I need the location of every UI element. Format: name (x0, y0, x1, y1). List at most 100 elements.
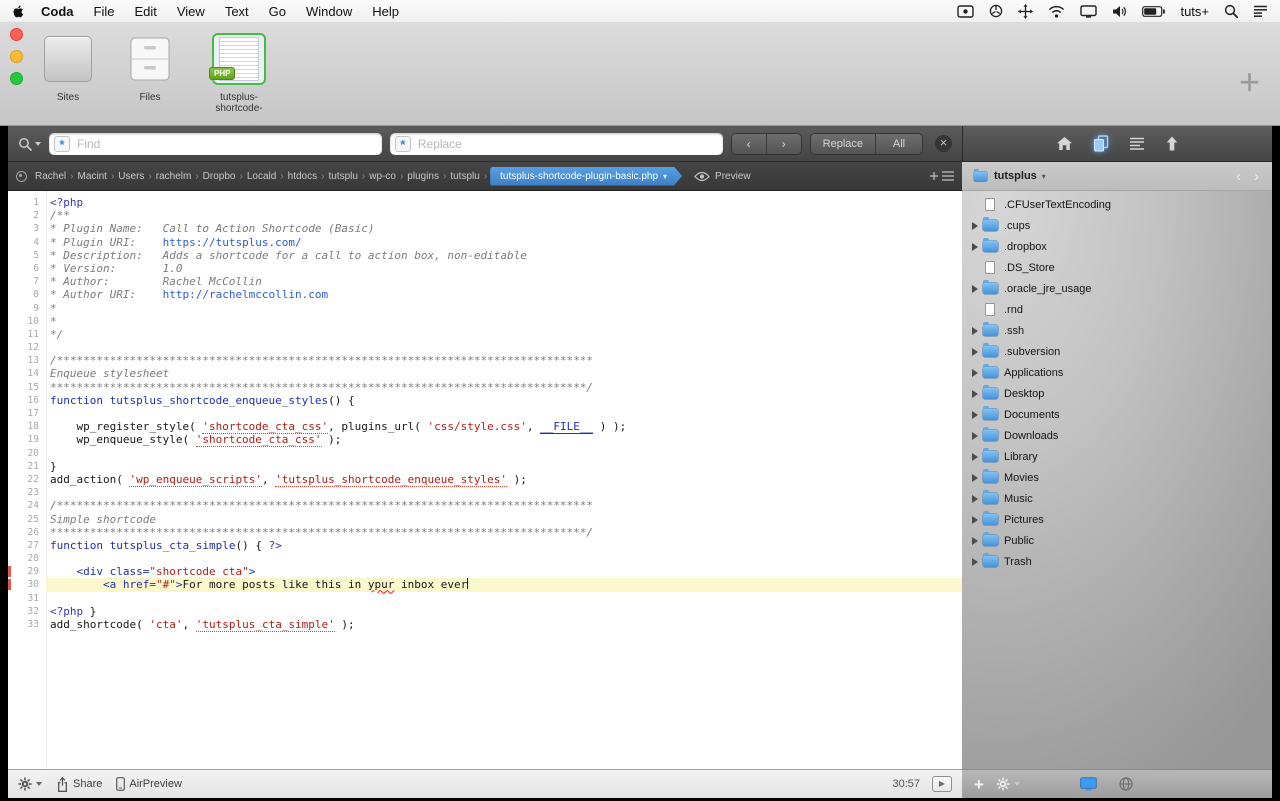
file-list-item[interactable]: .dropbox (962, 236, 1272, 257)
code-line[interactable]: 16function tutsplus_shortcode_enqueue_st… (8, 394, 962, 407)
file-list-item[interactable]: Documents (962, 404, 1272, 425)
menu-window[interactable]: Window (306, 4, 352, 19)
menu-file[interactable]: File (94, 4, 115, 19)
code-line[interactable]: 8* Author URI: http://rachelmccollin.com (8, 288, 962, 301)
wildcard-token-icon[interactable]: * (54, 136, 70, 152)
disclosure-triangle-icon[interactable] (972, 285, 978, 293)
file-list-item[interactable]: .DS_Store (962, 257, 1272, 278)
toolbar-files-button[interactable]: Files (118, 30, 182, 103)
code-line[interactable]: 10* (8, 315, 962, 328)
publish-button[interactable] (1165, 136, 1179, 151)
code-line[interactable]: 25Simple shortcode (8, 513, 962, 526)
replace-button[interactable]: Replace (811, 134, 875, 154)
spotlight-search-icon[interactable] (1224, 4, 1238, 18)
file-list-item[interactable]: Music (962, 488, 1272, 509)
code-line[interactable]: 18 wp_register_style( 'shortcode_cta_css… (8, 420, 962, 433)
file-list-item[interactable]: Library (962, 446, 1272, 467)
play-button[interactable]: ▶ (932, 776, 952, 792)
breadcrumb-item[interactable]: rachelm (153, 171, 195, 182)
breadcrumb-item[interactable]: Dropbo (200, 171, 239, 182)
replace-input[interactable] (416, 136, 718, 152)
active-document-tab[interactable]: PHP tutsplus- shortcode- (200, 30, 278, 114)
file-list-item[interactable]: Public (962, 530, 1272, 551)
close-window-button[interactable] (10, 28, 23, 41)
menu-text[interactable]: Text (225, 4, 249, 19)
menu-view[interactable]: View (177, 4, 205, 19)
disclosure-triangle-icon[interactable] (972, 348, 978, 356)
code-line[interactable]: 27function tutsplus_cta_simple() { ?> (8, 539, 962, 552)
editor-settings-button[interactable] (18, 777, 42, 791)
breadcrumb-item[interactable]: tutsplu (447, 171, 482, 182)
home-button[interactable] (1056, 136, 1073, 151)
code-line[interactable]: 22add_action( 'wp_enqueue_scripts', 'tut… (8, 473, 962, 486)
move-arrows-icon[interactable] (1018, 4, 1033, 19)
breadcrumb-item[interactable]: Users (115, 171, 147, 182)
search-options-button[interactable] (18, 137, 41, 151)
share-button[interactable]: Share (56, 777, 102, 792)
file-list-item[interactable]: .oracle_jre_usage (962, 278, 1272, 299)
breadcrumb-item[interactable]: Locald (244, 171, 279, 182)
find-input[interactable] (75, 136, 377, 152)
code-line[interactable]: 29 <div class="shortcode cta"> (8, 565, 962, 578)
files-view-button[interactable] (1093, 135, 1109, 152)
new-tab-button[interactable]: + (1239, 64, 1260, 100)
breadcrumb-item[interactable]: Rachel (32, 171, 69, 182)
disclosure-triangle-icon[interactable] (972, 327, 978, 335)
code-line[interactable]: 21} (8, 460, 962, 473)
code-editor[interactable]: 1<?php2/**3* Plugin Name: Call to Action… (8, 191, 962, 769)
root-location-icon[interactable] (16, 171, 27, 182)
preview-button[interactable]: Preview (694, 171, 751, 182)
disclosure-triangle-icon[interactable] (972, 453, 978, 461)
code-line[interactable]: 2/** (8, 209, 962, 222)
breadcrumb-item[interactable]: Macint (74, 171, 109, 182)
breadcrumb-item[interactable]: tutsplu (325, 171, 360, 182)
current-folder-name[interactable]: tutsplus (994, 170, 1037, 182)
zoom-window-button[interactable] (10, 72, 23, 85)
user-account-menu[interactable]: tuts+ (1180, 4, 1209, 19)
add-item-button[interactable]: + (974, 776, 984, 793)
web-globe-button[interactable] (1119, 777, 1133, 791)
replace-all-button[interactable]: All (875, 134, 922, 154)
code-line[interactable]: 33add_shortcode( 'cta', 'tutsplus_cta_si… (8, 618, 962, 631)
apple-menu[interactable] (12, 4, 25, 19)
disclosure-triangle-icon[interactable] (972, 537, 978, 545)
chevron-down-icon[interactable]: ▾ (1042, 172, 1046, 181)
disclosure-triangle-icon[interactable] (972, 390, 978, 398)
menu-edit[interactable]: Edit (134, 4, 156, 19)
disclosure-triangle-icon[interactable] (972, 243, 978, 251)
file-list-item[interactable]: .CFUserTextEncoding (962, 194, 1272, 215)
find-field[interactable]: * (49, 133, 382, 155)
text-lines-button[interactable] (1129, 137, 1145, 150)
menu-go[interactable]: Go (269, 4, 286, 19)
code-line[interactable]: 17 (8, 407, 962, 420)
code-line[interactable]: 30 <a href="#">For more posts like this … (8, 578, 962, 591)
minimize-window-button[interactable] (10, 50, 23, 63)
file-list-item[interactable]: .cups (962, 215, 1272, 236)
code-line[interactable]: 12 (8, 341, 962, 354)
wifi-icon[interactable] (1048, 5, 1065, 18)
breadcrumb-item[interactable]: plugins (404, 171, 442, 182)
disclosure-triangle-icon[interactable] (972, 222, 978, 230)
disclosure-triangle-icon[interactable] (972, 474, 978, 482)
file-list-item[interactable]: .ssh (962, 320, 1272, 341)
file-list-item[interactable]: .rnd (962, 299, 1272, 320)
dial-icon[interactable] (989, 4, 1003, 18)
code-line[interactable]: 6* Version: 1.0 (8, 262, 962, 275)
code-line[interactable]: 5* Description: Adds a shortcode for a c… (8, 249, 962, 262)
file-list-item[interactable]: Desktop (962, 383, 1272, 404)
sidebar-settings-button[interactable] (996, 777, 1020, 791)
breadcrumb-item[interactable]: htdocs (285, 171, 320, 182)
display-icon[interactable] (1080, 5, 1097, 18)
toolbar-sites-button[interactable]: Sites (36, 30, 100, 103)
code-line[interactable]: 24/*************************************… (8, 499, 962, 512)
code-line[interactable]: 28 (8, 552, 962, 565)
back-button[interactable]: ‹ (1232, 169, 1245, 184)
disclosure-triangle-icon[interactable] (972, 369, 978, 377)
disclosure-triangle-icon[interactable] (972, 411, 978, 419)
code-line[interactable]: 23 (8, 486, 962, 499)
disclosure-triangle-icon[interactable] (972, 495, 978, 503)
breadcrumb-item[interactable]: wp-co (366, 171, 399, 182)
code-line[interactable]: 14Enqueue stylesheet (8, 367, 962, 380)
app-menu-coda[interactable]: Coda (41, 4, 74, 19)
code-line[interactable]: 26**************************************… (8, 526, 962, 539)
